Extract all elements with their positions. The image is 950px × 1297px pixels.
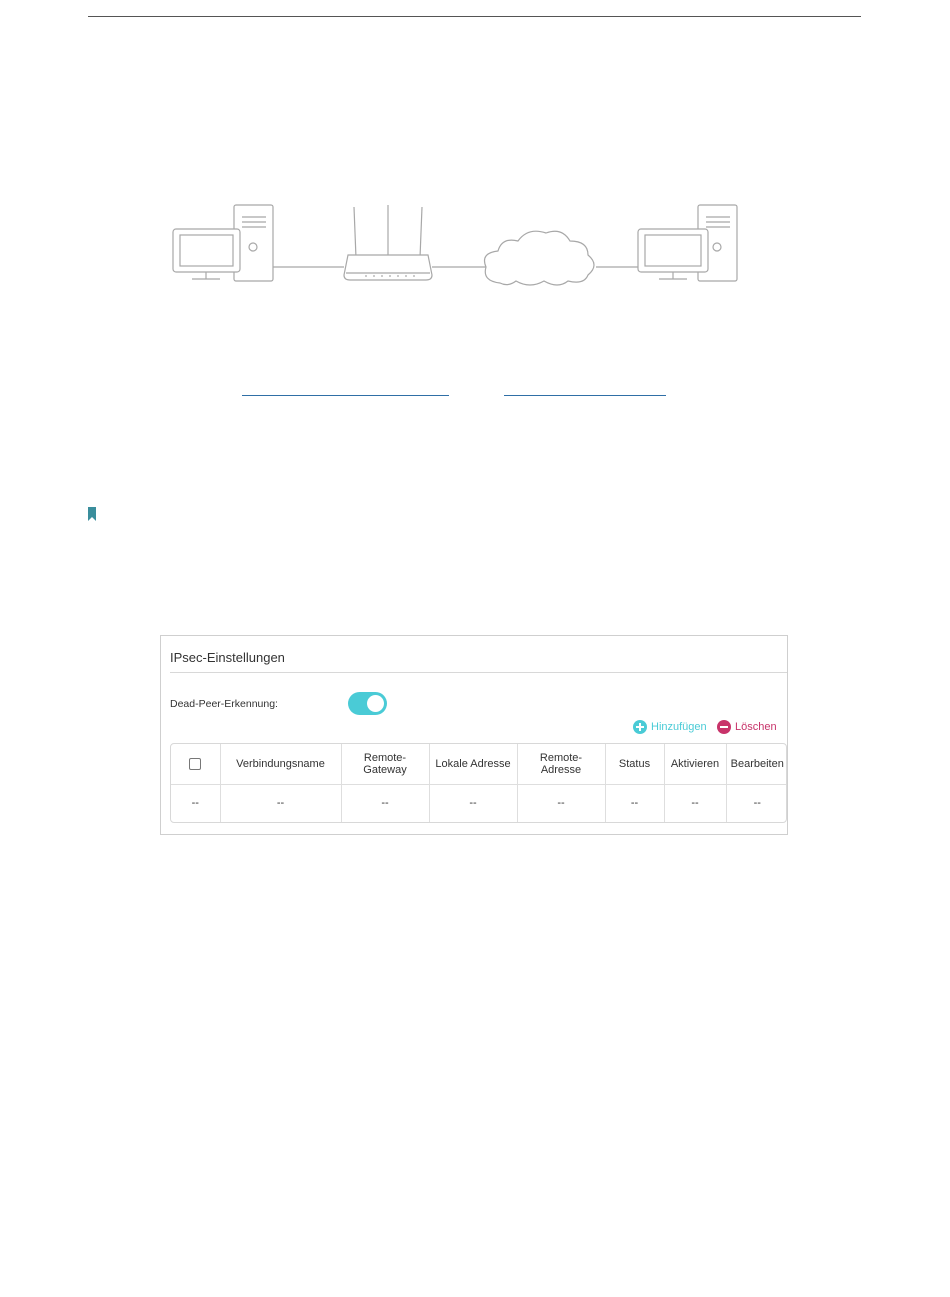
link-underline-1[interactable]	[242, 395, 449, 396]
table-cell: --	[171, 784, 221, 822]
add-label: Hinzufügen	[651, 721, 707, 733]
header-enable: Aktivieren	[664, 744, 727, 785]
select-all-checkbox[interactable]	[189, 757, 202, 770]
table-cell: --	[220, 784, 342, 822]
panel-title: IPsec-Einstellungen	[170, 650, 285, 665]
bookmark-icon	[88, 507, 96, 521]
panel-divider	[170, 672, 787, 673]
plus-circle-icon	[633, 720, 647, 734]
dead-peer-toggle[interactable]	[348, 692, 387, 715]
header-select	[171, 744, 221, 785]
toggle-knob	[367, 695, 384, 712]
table-cell: --	[429, 784, 518, 822]
router-icon	[343, 254, 433, 281]
minus-circle-icon	[717, 720, 731, 734]
table-cell: --	[341, 784, 430, 822]
table-cell: --	[517, 784, 606, 822]
header-remote-address: Remote-Adresse	[517, 744, 606, 785]
add-button[interactable]: Hinzufügen	[633, 720, 707, 734]
dead-peer-label: Dead-Peer-Erkennung:	[170, 698, 278, 710]
link-underline-2[interactable]	[504, 395, 666, 396]
network-diagram	[172, 204, 738, 286]
header-edit: Bearbeiten	[726, 744, 786, 785]
header-remote-gateway: Remote-Gateway	[341, 744, 430, 785]
ipsec-settings-panel: IPsec-Einstellungen Dead-Peer-Erkennung:…	[160, 635, 788, 835]
internet-cloud-icon	[483, 230, 595, 286]
delete-label: Löschen	[735, 721, 777, 733]
header-rule	[88, 16, 861, 17]
table-cell: --	[753, 797, 761, 810]
header-status: Status	[605, 744, 665, 785]
table-cell: --	[605, 784, 665, 822]
header-local-address: Lokale Adresse	[429, 744, 518, 785]
ipsec-table: Verbindungsname Remote-Gateway Lokale Ad…	[170, 743, 787, 823]
table-row: -- -- -- -- -- -- -- --	[171, 784, 786, 822]
table-cell: --	[664, 784, 727, 822]
table-header-row: Verbindungsname Remote-Gateway Lokale Ad…	[171, 744, 786, 785]
header-connection-name: Verbindungsname	[220, 744, 342, 785]
delete-button[interactable]: Löschen	[717, 720, 777, 734]
